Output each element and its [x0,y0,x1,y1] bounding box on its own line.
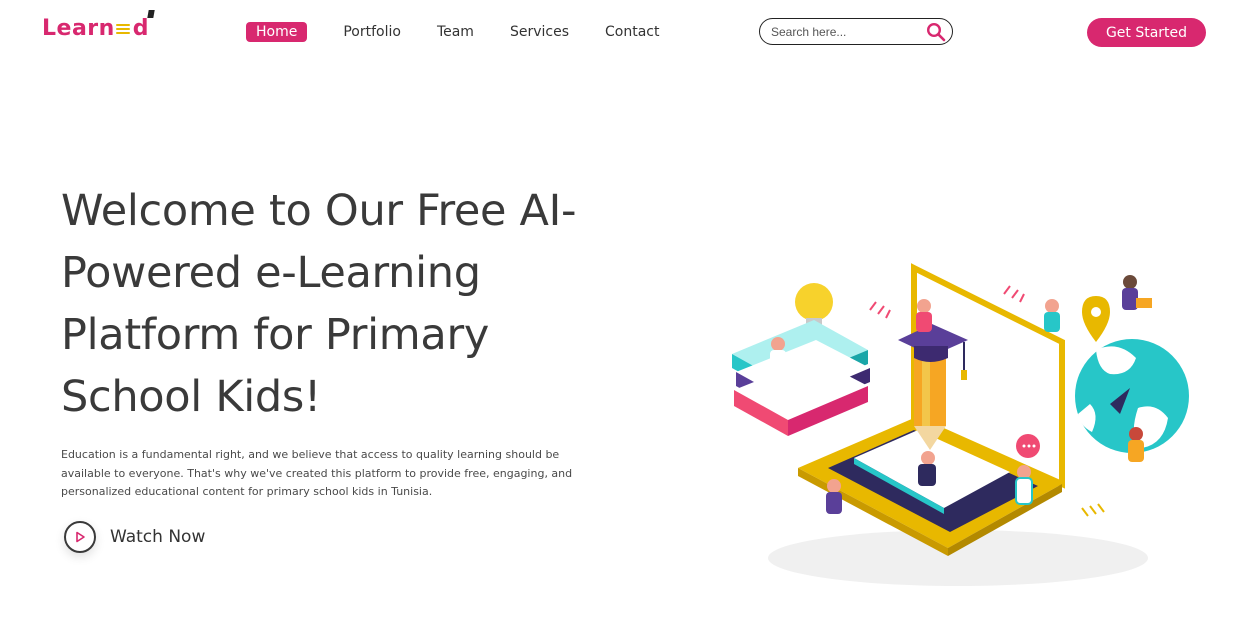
logo-text-end: d [132,16,150,41]
hero-title: Welcome to Our Free AI-Powered e-Learnin… [61,186,577,422]
nav-home[interactable]: Home [246,22,308,42]
logo-cap-icon [147,10,155,18]
watch-now-label: Watch Now [110,527,206,547]
chat-bubble-icon [1016,434,1040,458]
search-input[interactable] [769,23,926,40]
page: Learn d Home Portfolio Team Services Con… [0,0,1234,643]
hero-description: Education is a fundamental right, and we… [61,448,573,498]
books-icon [732,320,870,436]
nav-team[interactable]: Team [437,22,474,42]
logo-e-mark-icon [115,22,132,36]
nav-contact[interactable]: Contact [605,22,659,42]
search-box [759,18,953,45]
logo-text-start: Learn [42,16,115,41]
nav-portfolio[interactable]: Portfolio [343,22,401,42]
get-started-button[interactable]: Get Started [1087,18,1206,47]
logo[interactable]: Learn d [42,10,155,41]
search-icon[interactable] [926,22,946,42]
elearning-illustration [732,263,1189,586]
watch-now-button[interactable]: Watch Now [64,521,205,553]
main-nav: Home Portfolio Team Services Contact [246,22,695,42]
play-icon[interactable] [64,521,96,553]
nav-services[interactable]: Services [510,22,569,42]
